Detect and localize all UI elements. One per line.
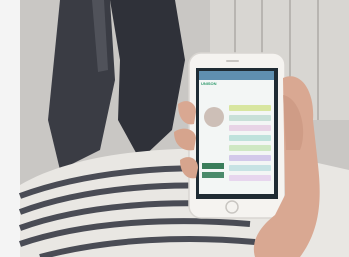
list-item <box>229 115 271 121</box>
avatar <box>204 107 224 127</box>
qr-badge <box>202 163 224 169</box>
list-item <box>229 165 271 171</box>
list-item <box>229 105 271 111</box>
list-item <box>229 135 271 141</box>
app-brand: UNISON <box>201 81 217 86</box>
list-item <box>229 125 271 131</box>
photo-background <box>0 0 349 257</box>
list-item <box>229 175 271 181</box>
info-badge <box>202 172 224 178</box>
list-item <box>229 145 271 151</box>
list-item <box>229 155 271 161</box>
app-header-bar <box>199 71 274 80</box>
phone-screen: UNISON <box>199 71 274 194</box>
